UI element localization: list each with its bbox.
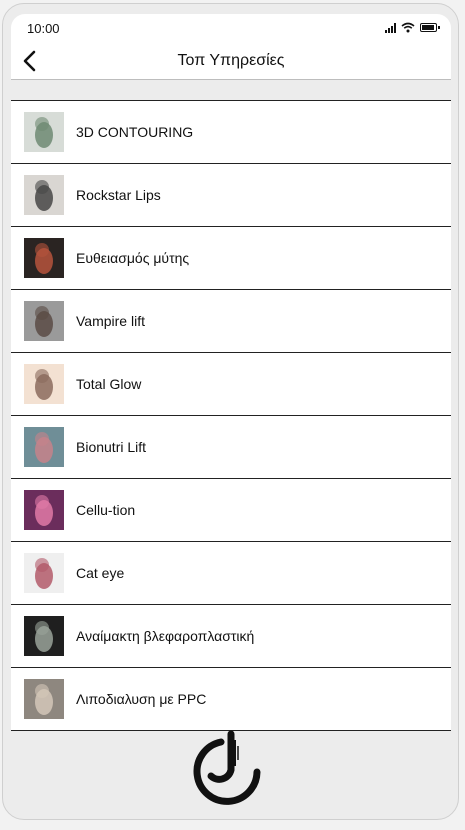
status-time: 10:00 [27,21,60,36]
service-item-label: Total Glow [76,376,142,392]
service-thumbnail-image [24,490,64,530]
service-item-label: Αναίμακτη βλεφαροπλαστική [76,628,255,644]
service-item-label: 3D CONTOURING [76,124,194,140]
service-thumbnail-image [24,364,64,404]
service-item[interactable]: Αναίμακτη βλεφαροπλαστική [11,605,451,668]
status-icons [385,22,440,33]
service-item-label: Cellu-tion [76,502,136,518]
service-thumbnail-image [24,112,64,152]
cellular-signal-icon [385,22,396,33]
brand-logo-icon [193,730,261,805]
battery-icon [420,23,440,32]
status-bar: 10:00 [11,14,451,42]
service-item[interactable]: Total Glow [11,353,451,416]
service-item-label: Rockstar Lips [76,187,161,203]
service-item[interactable]: Cellu-tion [11,479,451,542]
service-thumbnail-image [24,553,64,593]
service-list: 3D CONTOURING Rockstar Lips Ευθειασμός μύτ… [11,100,451,731]
service-item-label: Cat eye [76,565,125,581]
service-item[interactable]: Rockstar Lips [11,164,451,227]
service-thumbnail-image [24,301,64,341]
service-thumbnail-image [24,679,64,719]
service-item-label: Vampire lift [76,313,145,329]
service-item[interactable]: 3D CONTOURING [11,101,451,164]
service-item[interactable]: Ευθειασμός μύτης [11,227,451,290]
service-thumbnail-image [24,175,64,215]
service-item[interactable]: Cat eye [11,542,451,605]
service-item-label: Bionutri Lift [76,439,147,455]
phone-frame: 10:00 Τοπ Υπηρεσίες 3D CONTOURING Rocksta… [2,3,459,820]
service-item[interactable]: Vampire lift [11,290,451,353]
wifi-icon [401,22,415,33]
page-title: Τοπ Υπηρεσίες [177,52,285,69]
service-item-label: Λιποδιαλυση με PPC [76,691,207,707]
service-item[interactable]: Λιποδιαλυση με PPC [11,668,451,731]
top-app-bar: Τοπ Υπηρεσίες [11,42,451,80]
service-item[interactable]: Bionutri Lift [11,416,451,479]
service-thumbnail-image [24,616,64,656]
service-item-label: Ευθειασμός μύτης [76,250,190,266]
service-thumbnail-image [24,238,64,278]
service-thumbnail-image [24,427,64,467]
